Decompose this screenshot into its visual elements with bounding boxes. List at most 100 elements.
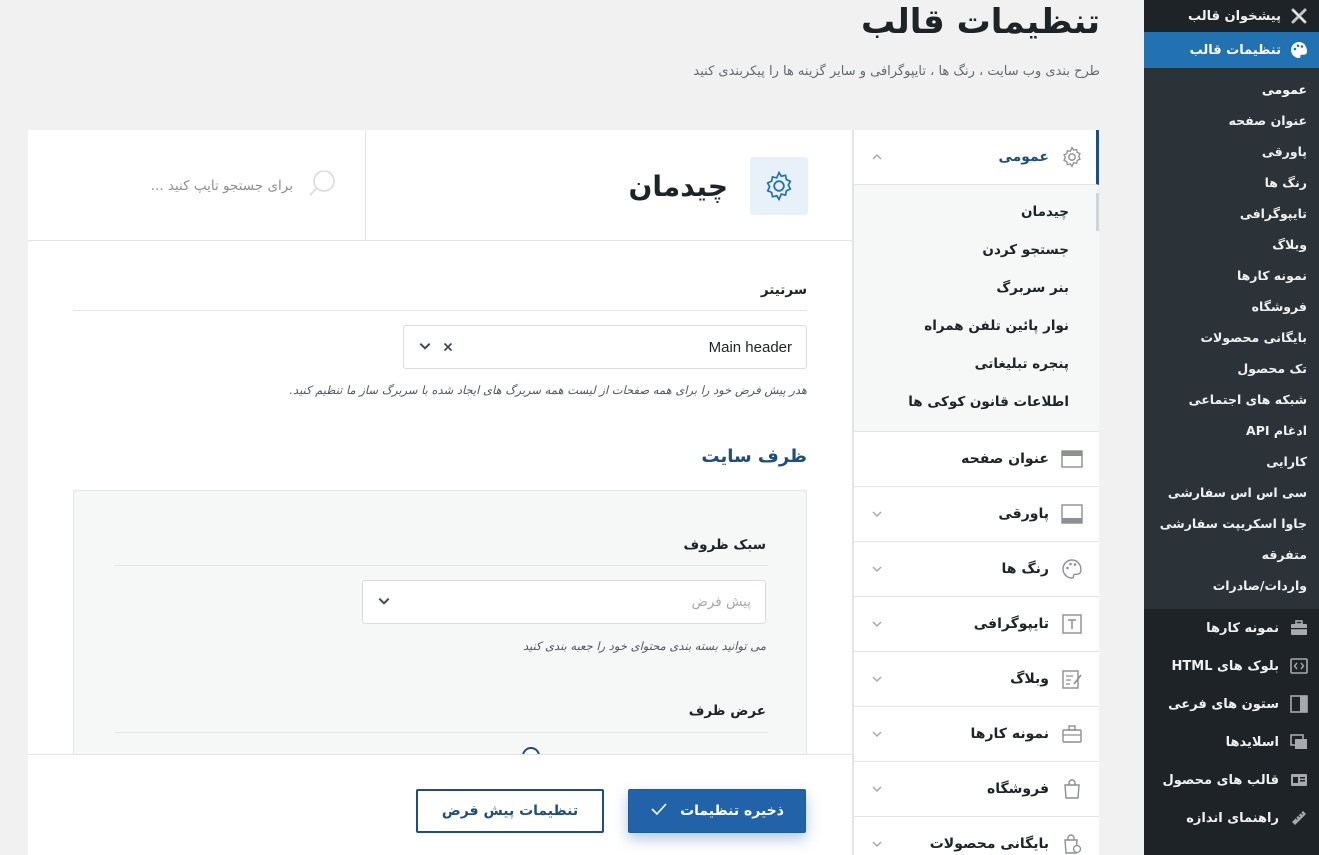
wp-menu-sidebars[interactable]: ستون های فرعی xyxy=(1144,685,1319,723)
chevron-down-icon[interactable] xyxy=(377,593,391,612)
shop-icon xyxy=(1059,776,1085,802)
wp-menu-size-guide[interactable]: راهنمای اندازه xyxy=(1144,799,1319,837)
wp-submenu-item[interactable]: وبلاگ xyxy=(1144,229,1319,260)
settings-content-panel: برای جستجو تایپ کنید ... چیدمان سرتیتر M… xyxy=(28,130,853,855)
settings-nav: عمومی چیدمان جستجو کردن بنر سربرگ نوار پ… xyxy=(853,130,1099,855)
search-icon xyxy=(307,167,341,205)
palette-icon xyxy=(1289,40,1309,60)
header-field-help: هدر پیش فرض خود را برای همه صفحات از لیس… xyxy=(289,383,807,397)
wp-submenu-item[interactable]: پاورقی xyxy=(1144,136,1319,167)
search-placeholder[interactable]: برای جستجو تایپ کنید ... xyxy=(151,178,293,194)
chevron-down-icon[interactable] xyxy=(418,338,432,357)
nav-section-typography[interactable]: تایپوگرافی xyxy=(854,597,1099,652)
nav-section-label: رنگ ها xyxy=(1001,561,1050,577)
nav-section-footer[interactable]: پاورقی xyxy=(854,487,1099,542)
chevron-up-icon[interactable] xyxy=(870,150,884,164)
wp-submenu-item[interactable]: نمونه کارها xyxy=(1144,260,1319,291)
ruler-icon xyxy=(1289,808,1309,828)
wp-submenu-item[interactable]: عمومی xyxy=(1144,74,1319,105)
wp-menu-label: ستون های فرعی xyxy=(1168,696,1279,712)
nav-section-label: نمونه کارها xyxy=(970,726,1049,742)
wp-menu-label: راهنمای اندازه xyxy=(1186,810,1279,826)
wp-submenu-item[interactable]: ادغام API xyxy=(1144,415,1319,446)
nav-section-label: عمومی xyxy=(998,149,1049,165)
wp-menu-theme-dashboard[interactable]: پیشخوان قالب xyxy=(1144,0,1319,32)
nav-sub-item-search[interactable]: جستجو کردن xyxy=(854,231,1099,269)
nav-sub-item-mobile-bottom-bar[interactable]: نوار پائین تلفن همراه xyxy=(854,307,1099,345)
page-subtitle: طرح بندی وب سایت ، رنگ ها ، تایپوگرافی و… xyxy=(693,64,1100,79)
header-select[interactable]: Main header xyxy=(403,325,807,369)
search-box[interactable]: برای جستجو تایپ کنید ... xyxy=(28,130,366,241)
x-logo-icon xyxy=(1289,6,1309,26)
nav-section-page-title[interactable]: عنوان صفحه xyxy=(854,432,1099,487)
wp-submenu-item[interactable]: متفرقه xyxy=(1144,539,1319,570)
nav-section-label: عنوان صفحه xyxy=(961,451,1049,467)
nav-section-label: فروشگاه xyxy=(986,781,1049,797)
wp-menu-slides[interactable]: اسلایدها xyxy=(1144,723,1319,761)
wp-menu-label: قالب های محصول xyxy=(1162,772,1279,788)
wp-menu-label: بلوک های HTML xyxy=(1171,658,1279,674)
wp-menu-product-templates[interactable]: قالب های محصول xyxy=(1144,761,1319,799)
chevron-down-icon[interactable] xyxy=(870,562,884,576)
briefcase-icon xyxy=(1289,618,1309,638)
nav-section-product-archive[interactable]: بایگانی محصولات xyxy=(854,817,1099,855)
chevron-down-icon[interactable] xyxy=(870,837,884,851)
page-title-icon xyxy=(1059,446,1085,472)
clear-icon[interactable] xyxy=(442,338,454,357)
nav-section-general[interactable]: عمومی xyxy=(854,130,1099,185)
chevron-down-icon[interactable] xyxy=(870,672,884,686)
container-style-help: می توانید بسته بندی محتوای خود را جعبه ب… xyxy=(522,639,766,653)
wp-submenu-item[interactable]: شبکه های اجتماعی xyxy=(1144,384,1319,415)
nav-sub-item-layout[interactable]: چیدمان xyxy=(854,193,1099,231)
wp-submenu-item[interactable]: سی اس اس سفارشی xyxy=(1144,477,1319,508)
wp-submenu-item[interactable]: بایگانی محصولات xyxy=(1144,322,1319,353)
checkmark-icon xyxy=(650,802,668,820)
wp-submenu-item[interactable]: عنوان صفحه xyxy=(1144,105,1319,136)
product-archive-icon xyxy=(1059,831,1085,855)
wp-submenu-item[interactable]: فروشگاه xyxy=(1144,291,1319,322)
header-field-label: سرتیتر xyxy=(760,282,807,298)
container-width-label: عرض ظرف xyxy=(688,703,766,719)
save-settings-button[interactable]: ذخیره تنظیمات xyxy=(628,789,806,833)
chevron-down-icon[interactable] xyxy=(870,507,884,521)
nav-section-label: تایپوگرافی xyxy=(973,616,1049,632)
chevron-down-icon[interactable] xyxy=(870,727,884,741)
nav-section-shop[interactable]: فروشگاه xyxy=(854,762,1099,817)
section-title: چیدمان xyxy=(628,169,728,203)
container-style-select[interactable]: پیش فرض xyxy=(362,580,766,624)
wp-submenu-item[interactable]: کارایی xyxy=(1144,446,1319,477)
nav-section-portfolio[interactable]: نمونه کارها xyxy=(854,707,1099,762)
wp-admin-sidebar: پیشخوان قالب تنظیمات قالب عمومی عنوان صف… xyxy=(1144,0,1319,855)
wp-menu-portfolio[interactable]: نمونه کارها xyxy=(1144,609,1319,647)
wp-menu-label: تنظیمات قالب xyxy=(1189,42,1281,58)
divider xyxy=(114,732,768,733)
reset-defaults-button[interactable]: تنظیمات پیش فرض xyxy=(416,789,604,833)
wp-menu-theme-settings[interactable]: تنظیمات قالب xyxy=(1144,32,1319,68)
chevron-down-icon[interactable] xyxy=(870,617,884,631)
nav-sub-item-promo-popup[interactable]: پنجره تبلیغاتی xyxy=(854,345,1099,383)
footer-action-bar: تنظیمات پیش فرض ذخیره تنظیمات xyxy=(28,754,852,855)
nav-sub-item-cookie-law[interactable]: اطلاعات قانون کوکی ها xyxy=(854,383,1099,421)
wp-submenu-item[interactable]: جاوا اسکریپت سفارشی xyxy=(1144,508,1319,539)
save-button-label: ذخیره تنظیمات xyxy=(680,803,784,819)
nav-sub-item-header-banner[interactable]: بنر سربرگ xyxy=(854,269,1099,307)
wp-submenu-item[interactable]: تک محصول xyxy=(1144,353,1319,384)
container-style-placeholder: پیش فرض xyxy=(691,594,751,610)
wp-menu-label: اسلایدها xyxy=(1225,734,1279,750)
blog-icon xyxy=(1059,666,1085,692)
nav-section-blog[interactable]: وبلاگ xyxy=(854,652,1099,707)
header-select-value: Main header xyxy=(708,338,792,356)
typography-icon xyxy=(1059,611,1085,637)
wp-menu-html-blocks[interactable]: بلوک های HTML xyxy=(1144,647,1319,685)
nav-general-subitems: چیدمان جستجو کردن بنر سربرگ نوار پائین ت… xyxy=(854,185,1099,432)
section-heading: چیدمان xyxy=(628,157,808,215)
nav-section-colors[interactable]: رنگ ها xyxy=(854,542,1099,597)
gear-icon xyxy=(1059,144,1085,170)
wp-submenu-item[interactable]: رنگ ها xyxy=(1144,167,1319,198)
site-container-title: ظرف سایت xyxy=(701,446,807,467)
chevron-down-icon[interactable] xyxy=(870,782,884,796)
wp-submenu-item[interactable]: تایپوگرافی xyxy=(1144,198,1319,229)
portfolio-icon xyxy=(1059,721,1085,747)
wp-submenu-item[interactable]: واردات/صادرات xyxy=(1144,570,1319,601)
wp-submenu: عمومی عنوان صفحه پاورقی رنگ ها تایپوگراف… xyxy=(1144,68,1319,609)
